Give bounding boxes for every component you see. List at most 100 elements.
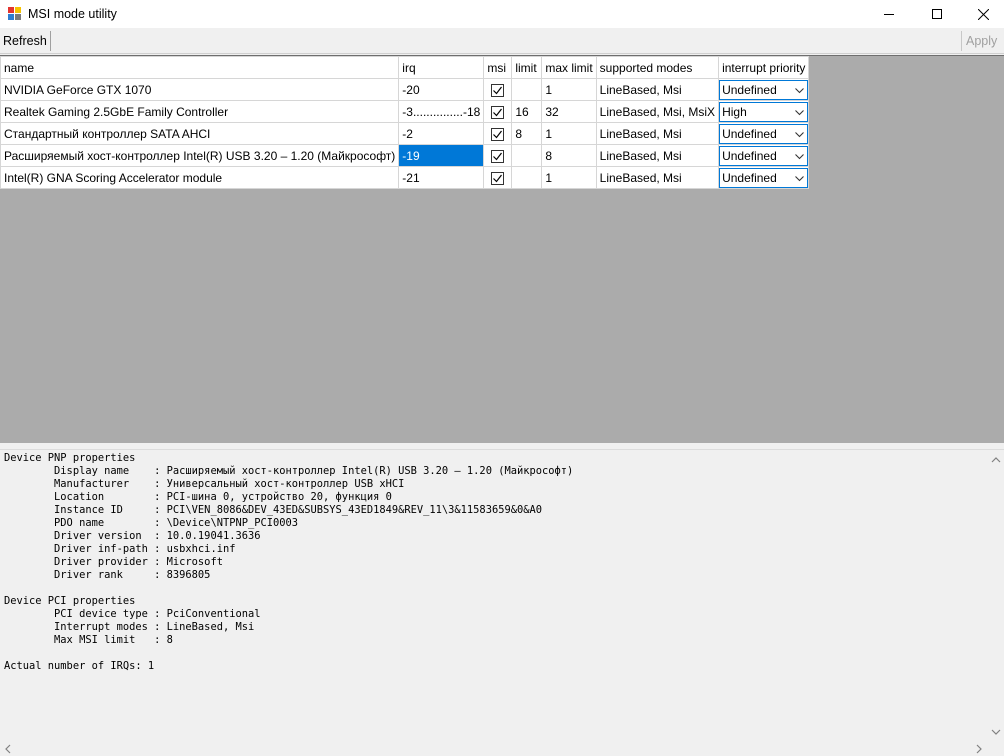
cell-irq[interactable]: -19 [398, 144, 485, 167]
cell-msi[interactable] [483, 100, 513, 123]
details-line: Driver rank : 8396805 [4, 569, 211, 581]
cell-irq[interactable]: -21 [398, 166, 485, 189]
column-header-supported-modes[interactable]: supported modes [595, 56, 720, 79]
cell-supported-modes: LineBased, Msi [595, 122, 720, 145]
details-line: Driver inf-path : usbxhci.inf [4, 543, 236, 555]
cell-msi[interactable] [483, 144, 513, 167]
cell-limit[interactable]: 8 [511, 122, 543, 145]
checkmark-icon [493, 174, 503, 183]
table-row[interactable]: Стандартный контроллер SATA AHCI -2 8 1 Line… [0, 122, 810, 145]
device-details-pane[interactable]: Device PNP properties Display name : Рас… [0, 450, 988, 742]
horizontal-scrollbar[interactable] [0, 742, 988, 756]
refresh-button[interactable]: Refresh [0, 30, 50, 52]
cell-interrupt-priority[interactable]: Undefined [718, 144, 810, 167]
details-line: Driver provider : Microsoft [4, 556, 223, 568]
toolbar-separator [50, 31, 51, 51]
table-row[interactable]: Intel(R) GNA Scoring Accelerator module -… [0, 166, 810, 189]
cell-name[interactable]: Стандартный контроллер SATA AHCI [0, 122, 400, 145]
cell-interrupt-priority[interactable]: High [718, 100, 810, 123]
cell-msi[interactable] [483, 166, 513, 189]
details-line: Manufacturer : Универсальный хост-контро… [4, 478, 405, 490]
cell-interrupt-priority[interactable]: Undefined [718, 78, 810, 101]
title-bar: MSI mode utility [0, 0, 1004, 28]
cell-msi[interactable] [483, 122, 513, 145]
details-line: Actual number of IRQs: 1 [4, 660, 155, 672]
column-header-interrupt-priority[interactable]: interrupt priority [718, 56, 810, 79]
column-header-name[interactable]: name [0, 56, 400, 79]
scroll-right-icon[interactable] [974, 744, 984, 754]
details-line: Max MSI limit : 8 [4, 634, 173, 646]
maximize-icon [932, 9, 942, 19]
cell-limit[interactable]: 16 [511, 100, 543, 123]
cell-name[interactable]: Расширяемый хост-контроллер Intel(R) USB… [0, 144, 400, 167]
details-line: Instance ID : PCI\VEN_8086&DEV_43ED&SUBS… [4, 504, 542, 516]
chevron-down-icon [795, 87, 805, 93]
vertical-scrollbar[interactable] [988, 450, 1004, 742]
scroll-up-icon[interactable] [991, 455, 1001, 465]
toolbar-separator [961, 31, 962, 51]
cell-max-limit: 8 [541, 144, 597, 167]
cell-limit[interactable] [511, 78, 543, 101]
cell-irq[interactable]: -20 [398, 78, 485, 101]
scroll-down-icon[interactable] [991, 727, 1001, 737]
msi-checkbox[interactable] [491, 149, 505, 163]
chevron-down-icon [795, 109, 805, 115]
table-row[interactable]: Realtek Gaming 2.5GbE Family Controller -… [0, 100, 810, 123]
cell-interrupt-priority[interactable]: Undefined [718, 166, 810, 189]
pane-splitter[interactable] [0, 443, 1004, 450]
details-line: Device PCI properties [4, 595, 136, 607]
column-header-limit[interactable]: limit [511, 56, 543, 79]
cell-name[interactable]: Realtek Gaming 2.5GbE Family Controller [0, 100, 400, 123]
cell-limit[interactable] [511, 144, 543, 167]
minimize-icon [884, 13, 894, 15]
details-line: Device PNP properties [4, 452, 136, 464]
close-icon [977, 8, 989, 20]
checkmark-icon [493, 108, 503, 117]
table-row[interactable]: NVIDIA GeForce GTX 1070 -20 1 LineBased, Ms… [0, 78, 810, 101]
close-button[interactable] [960, 0, 1004, 28]
priority-dropdown[interactable]: Undefined [719, 79, 808, 100]
chevron-down-icon [795, 131, 805, 137]
details-line: Display name : Расширяемый хост-контролл… [4, 465, 574, 477]
msi-checkbox[interactable] [491, 105, 505, 119]
cell-limit[interactable] [511, 166, 543, 189]
cell-max-limit: 32 [541, 100, 597, 123]
table-row[interactable]: Расширяемый хост-контроллер Intel(R) USB… [0, 144, 810, 167]
msi-checkbox[interactable] [491, 171, 505, 185]
apply-button[interactable]: Apply [966, 30, 997, 52]
cell-name[interactable]: Intel(R) GNA Scoring Accelerator module [0, 166, 400, 189]
cell-name[interactable]: NVIDIA GeForce GTX 1070 [0, 78, 400, 101]
cell-max-limit: 1 [541, 166, 597, 189]
msi-checkbox[interactable] [491, 83, 505, 97]
toolbar: Refresh Apply [0, 28, 1004, 54]
checkmark-icon [493, 152, 503, 161]
device-details-text: Device PNP properties Display name : Рас… [0, 450, 988, 675]
maximize-button[interactable] [914, 0, 960, 28]
details-line: Driver version : 10.0.19041.3636 [4, 530, 261, 542]
chevron-down-icon [795, 153, 805, 159]
grid-header-row: name irq msi limit max limit supported m… [0, 56, 810, 79]
column-header-max-limit[interactable]: max limit [541, 56, 597, 79]
cell-supported-modes: LineBased, Msi [595, 144, 720, 167]
details-line: Location : PCI-шина 0, устройство 20, фу… [4, 491, 392, 503]
priority-dropdown[interactable]: Undefined [719, 167, 808, 188]
window-title: MSI mode utility [28, 7, 117, 21]
priority-dropdown[interactable]: Undefined [719, 123, 808, 144]
cell-supported-modes: LineBased, Msi, MsiX [595, 100, 720, 123]
column-header-msi[interactable]: msi [483, 56, 513, 79]
app-window-icon [8, 7, 22, 21]
chevron-down-icon [795, 175, 805, 181]
priority-dropdown[interactable]: High [719, 101, 808, 122]
msi-checkbox[interactable] [491, 127, 505, 141]
scroll-left-icon[interactable] [3, 744, 13, 754]
cell-msi[interactable] [483, 78, 513, 101]
cell-max-limit: 1 [541, 122, 597, 145]
priority-dropdown[interactable]: Undefined [719, 145, 808, 166]
cell-irq[interactable]: -3...............-18 [398, 100, 485, 123]
cell-interrupt-priority[interactable]: Undefined [718, 122, 810, 145]
cell-irq[interactable]: -2 [398, 122, 485, 145]
priority-dropdown-value: Undefined [722, 126, 777, 141]
cell-max-limit: 1 [541, 78, 597, 101]
minimize-button[interactable] [866, 0, 912, 28]
column-header-irq[interactable]: irq [398, 56, 485, 79]
